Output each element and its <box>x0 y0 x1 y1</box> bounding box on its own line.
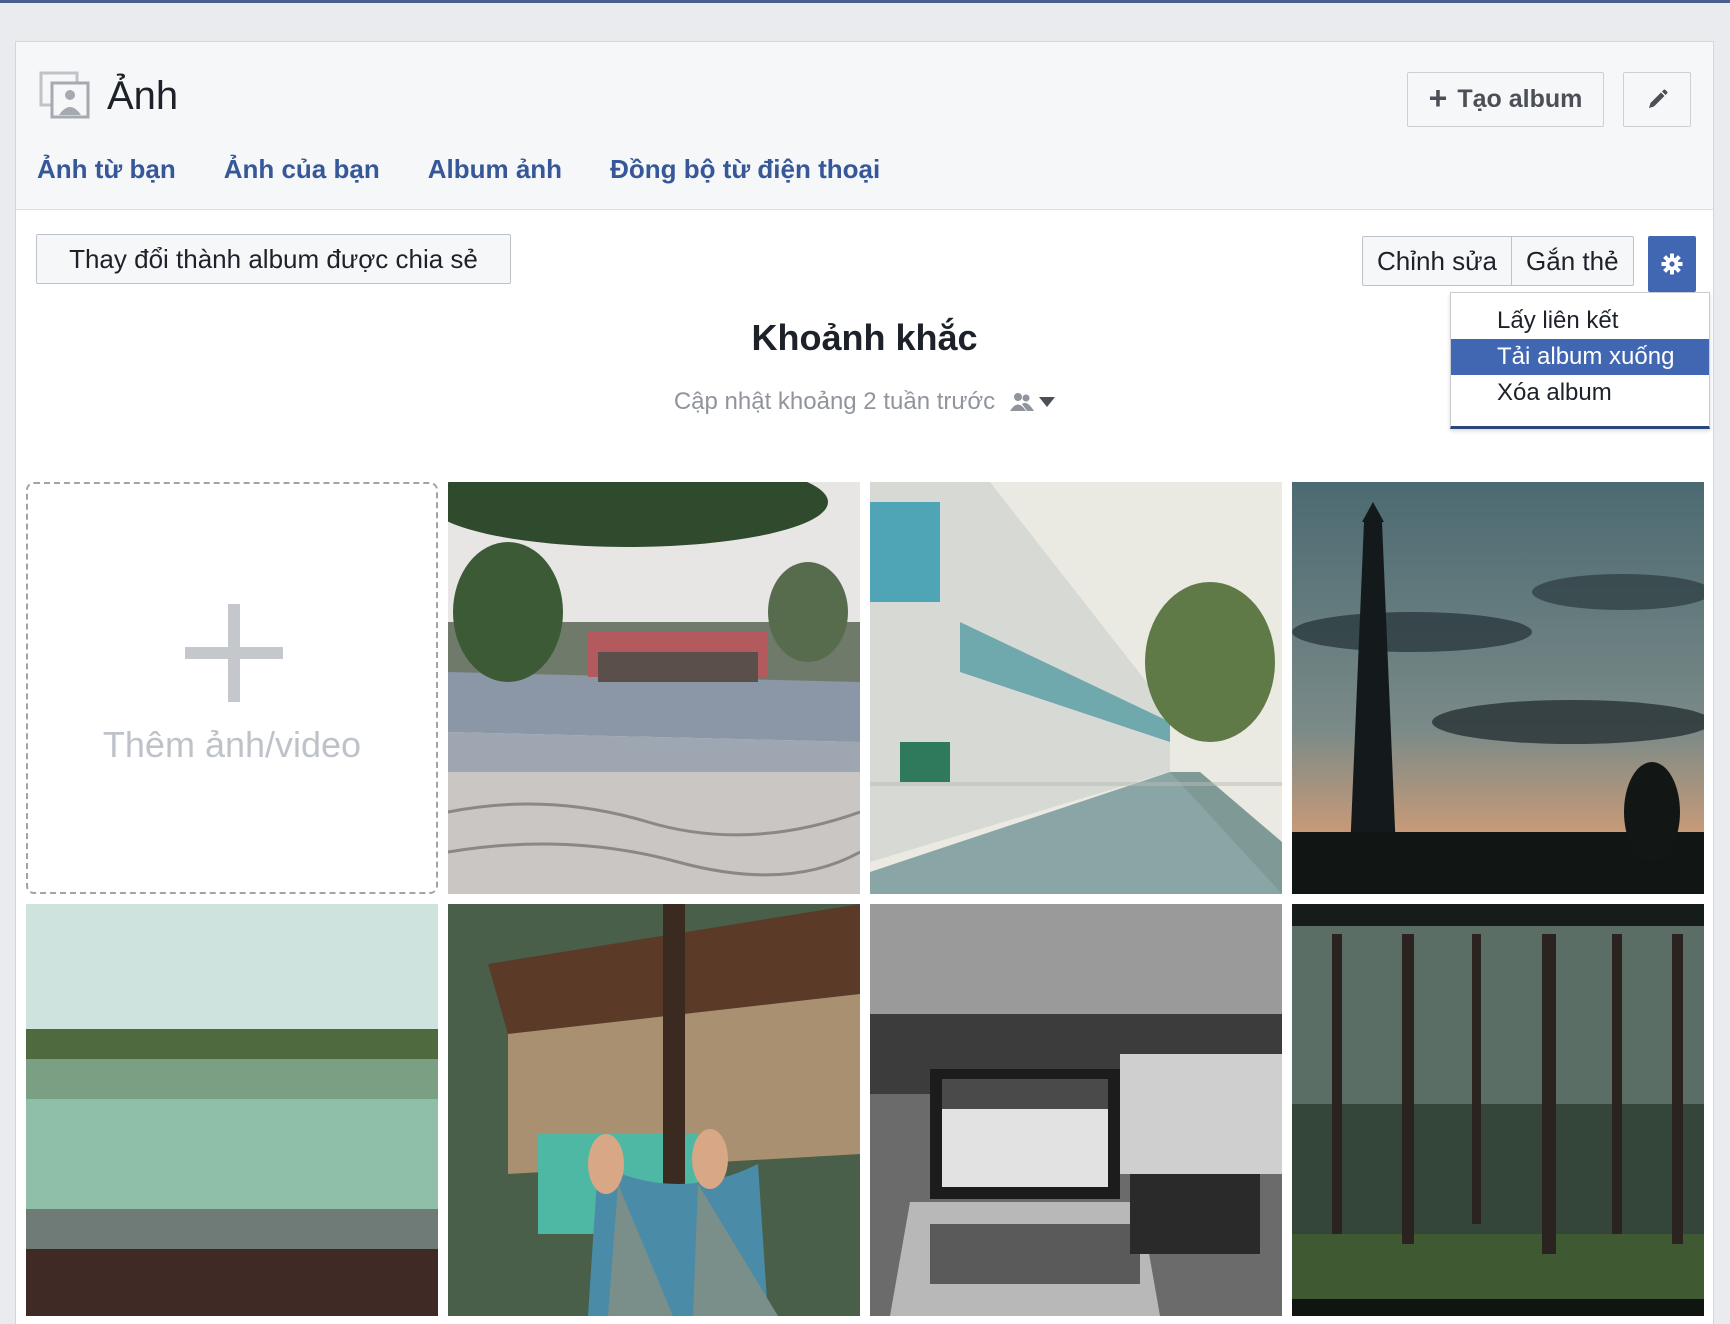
photo-thumbnail-laptop-desk[interactable] <box>870 904 1282 1316</box>
page-title: Ảnh <box>107 74 179 118</box>
create-album-label: Tạo album <box>1457 85 1583 113</box>
tab-albums[interactable]: Album ảnh <box>428 154 562 185</box>
photos-header: Ảnh + Tạo album Ảnh từ bạn Ảnh của bạn A… <box>16 42 1713 210</box>
pencil-icon <box>1649 89 1668 108</box>
photos-panel: Ảnh + Tạo album Ảnh từ bạn Ảnh của bạn A… <box>15 41 1714 1324</box>
add-photo-video-label: Thêm ảnh/video <box>102 724 362 765</box>
menu-item-download-album[interactable]: Tải album xuống <box>1451 339 1709 375</box>
tab-photos-of-you[interactable]: Ảnh từ bạn <box>37 154 176 185</box>
photo-hammock <box>448 904 860 1316</box>
make-shared-album-button[interactable]: Thay đổi thành album được chia sẻ <box>36 234 511 284</box>
photos-tabs: Ảnh từ bạn Ảnh của bạn Album ảnh Đồng bộ… <box>37 154 928 185</box>
create-album-button[interactable]: + Tạo album <box>1407 72 1604 127</box>
plus-icon <box>185 604 283 702</box>
photo-building-road <box>870 482 1282 894</box>
photo-thumbnail-hammock[interactable] <box>448 904 860 1316</box>
tag-album-button[interactable]: Gắn thẻ <box>1511 237 1633 285</box>
album-updated-time: Cập nhật khoảng 2 tuần trước <box>673 388 996 415</box>
photo-lake <box>26 904 438 1316</box>
photo-pine-forest <box>1292 904 1704 1316</box>
edit-pencil-button[interactable] <box>1623 72 1691 127</box>
photo-thumbnail-building-road[interactable] <box>870 482 1282 894</box>
album-options-menu: Lấy liên kết Tải album xuống Xóa album <box>1450 292 1710 429</box>
menu-item-get-link[interactable]: Lấy liên kết <box>1451 303 1709 339</box>
menu-item-delete-album[interactable]: Xóa album <box>1451 375 1709 411</box>
tab-your-photos[interactable]: Ảnh của bạn <box>224 154 380 185</box>
photo-thumbnail-lake[interactable] <box>26 904 438 1316</box>
friends-icon <box>1010 393 1035 411</box>
album-actions-group: Chỉnh sửa Gắn thẻ <box>1362 236 1634 286</box>
tab-synced-from-phone[interactable]: Đồng bộ từ điện thoại <box>610 154 880 185</box>
photo-laptop-desk <box>870 904 1282 1316</box>
chevron-down-icon <box>1039 397 1056 407</box>
edit-album-button[interactable]: Chỉnh sửa <box>1363 237 1511 285</box>
album-options-button[interactable] <box>1648 236 1696 292</box>
photo-street <box>448 482 860 894</box>
gear-icon <box>1661 253 1683 275</box>
photo-thumbnail-pine-forest[interactable] <box>1292 904 1704 1316</box>
photo-lighthouse <box>1292 482 1704 894</box>
photo-thumbnail-street[interactable] <box>448 482 860 894</box>
plus-icon: + <box>1428 80 1448 116</box>
add-photo-video-tile[interactable]: Thêm ảnh/video <box>26 482 438 894</box>
photo-thumbnail-lighthouse[interactable] <box>1292 482 1704 894</box>
audience-selector[interactable] <box>1009 392 1056 412</box>
photos-icon <box>39 71 90 119</box>
top-border <box>0 0 1730 3</box>
